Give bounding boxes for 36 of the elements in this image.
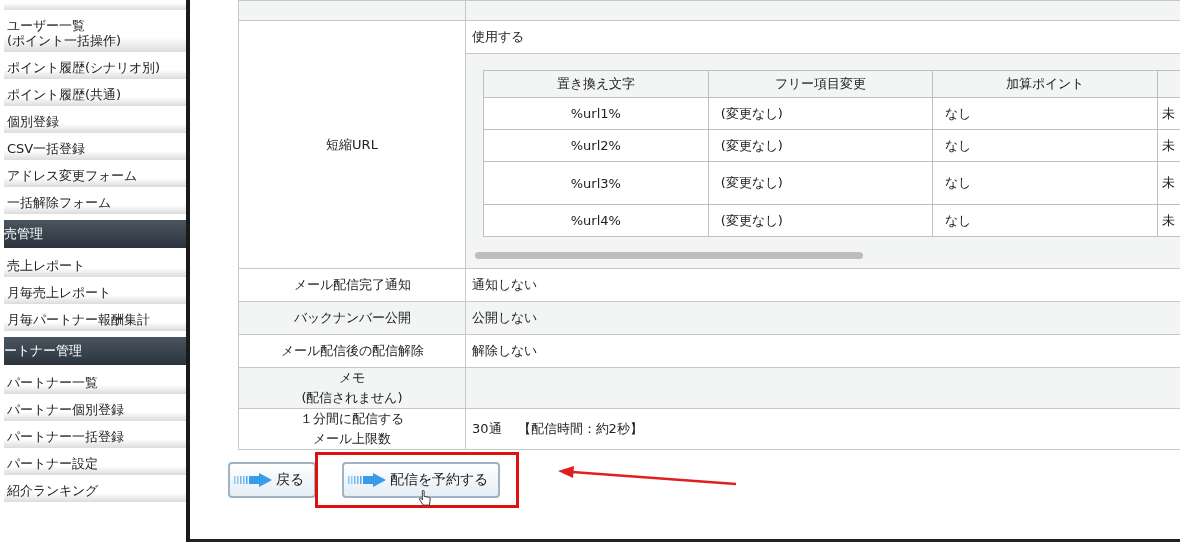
table-cell: なし <box>932 129 1158 162</box>
table-cell: なし <box>932 161 1158 205</box>
column-header: フリー項目変更 <box>708 70 933 98</box>
column-header: 置き換え文字 <box>483 70 709 98</box>
table-cell: %url2% <box>483 129 709 162</box>
table-cell: なし <box>932 204 1158 237</box>
setting-label: (配信されません) <box>301 389 403 407</box>
arrow-icon <box>348 473 386 487</box>
sidebar-section-header: 売管理 <box>4 220 186 248</box>
arrow-icon <box>234 473 272 487</box>
table-cell: (変更なし) <box>708 97 933 130</box>
action-button[interactable]: 配信を予約する <box>342 462 500 498</box>
scrollbar-thumb[interactable] <box>475 252 863 259</box>
setting-value: 通知しない <box>472 277 537 292</box>
setting-note: 【配信時間：約2秒】 <box>517 421 643 436</box>
table-cell: %url4% <box>483 204 709 237</box>
table-cell: (変更なし) <box>708 129 933 162</box>
setting-label: １分間に配信する <box>300 410 404 428</box>
setting-value: 解除しない <box>472 343 537 358</box>
column-header: 加算ポイント <box>932 70 1158 98</box>
setting-label: メール配信完了通知 <box>293 276 411 294</box>
setting-value: 30通 <box>472 421 502 436</box>
table-cell: %url1% <box>483 97 709 130</box>
setting-label: バックナンバー公開 <box>293 309 411 327</box>
setting-label: メール配信後の配信解除 <box>280 342 424 360</box>
table-cell: %url3% <box>483 161 709 205</box>
hand-cursor-icon <box>418 490 432 508</box>
setting-label: メモ <box>339 369 365 387</box>
setting-value: 公開しない <box>472 310 537 325</box>
table-cell: (変更なし) <box>708 161 933 205</box>
table-cell: (変更なし) <box>708 204 933 237</box>
setting-label: メール上限数 <box>313 430 391 448</box>
action-button[interactable]: 戻る <box>228 462 316 498</box>
table-cell: なし <box>932 97 1158 130</box>
setting-label: 短縮URL <box>238 20 466 269</box>
sidebar-section-header: ートナー管理 <box>4 337 186 365</box>
